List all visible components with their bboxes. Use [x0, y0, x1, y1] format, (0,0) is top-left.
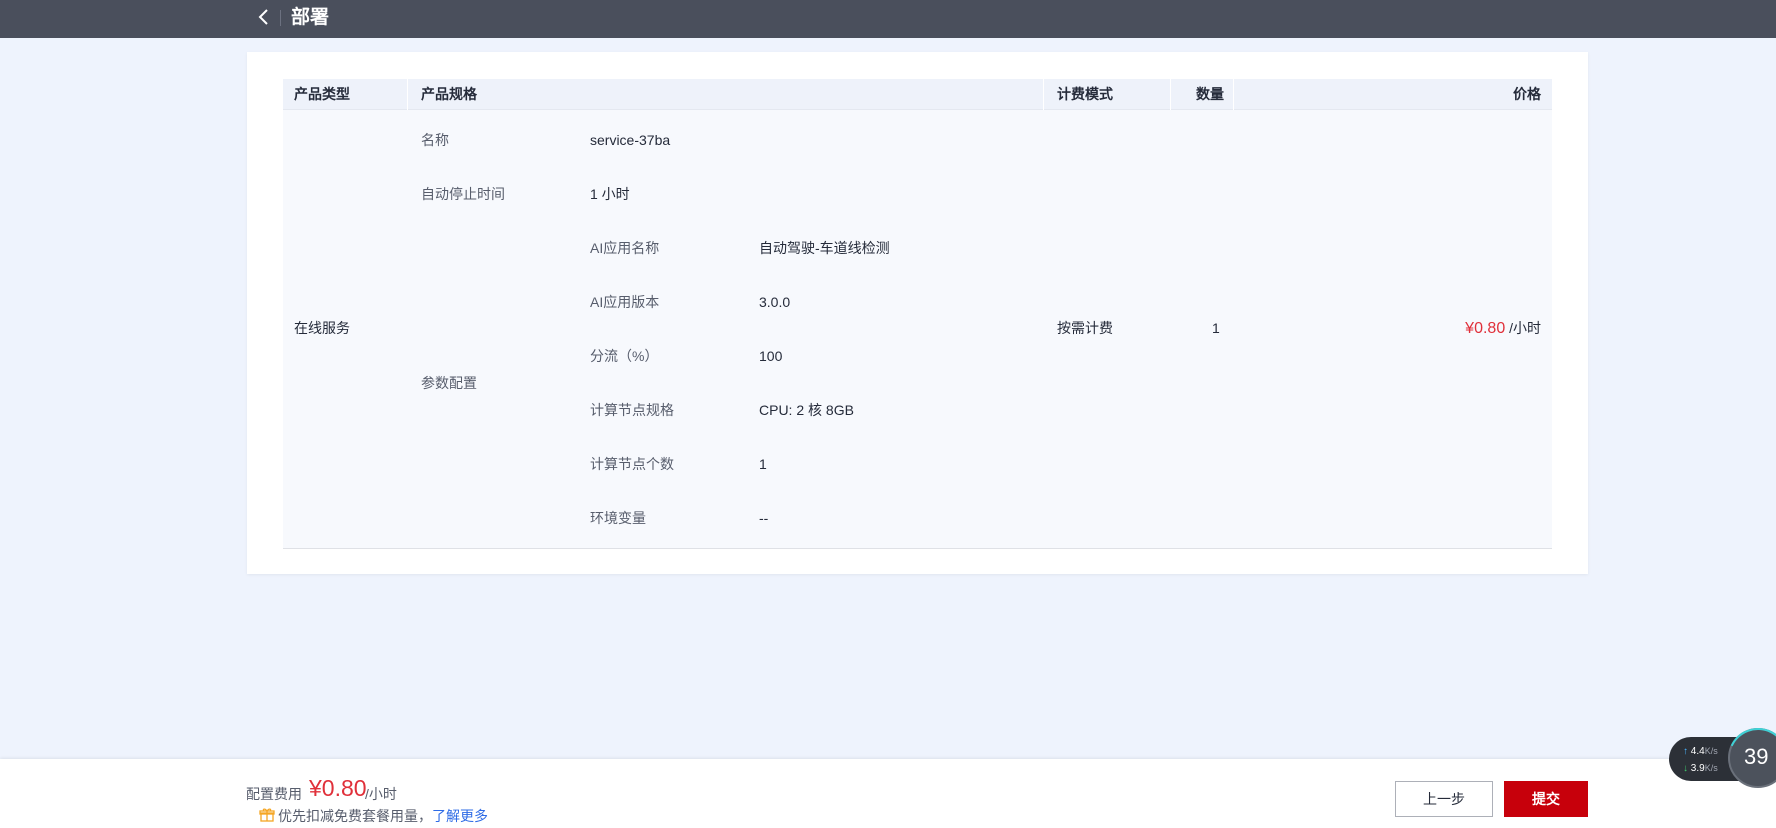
column-header-product-type: 产品类型 [294, 86, 350, 102]
discount-notice: 优先扣减免费套餐用量，了解更多 [278, 807, 488, 825]
spec-key-name: 名称 [421, 132, 449, 148]
spec-key-auto-stop: 自动停止时间 [421, 186, 505, 202]
column-divider [1043, 79, 1044, 110]
column-header-price: 价格 [1513, 86, 1541, 102]
param-value: -- [759, 510, 769, 526]
notice-text: 优先扣减免费套餐用量， [278, 808, 432, 824]
param-value: 自动驾驶-车道线检测 [759, 240, 890, 256]
param-key: 分流（%） [590, 348, 659, 364]
fee-unit: /小时 [365, 786, 397, 802]
param-value: 100 [759, 348, 783, 364]
arrow-down-icon: ↓ [1683, 763, 1688, 774]
fee-label: 配置费用 [246, 786, 302, 802]
footer-bar: 配置费用 ¥0.80 /小时 优先扣减免费套餐用量，了解更多 上一步 提交 [0, 759, 1776, 828]
previous-step-button[interactable]: 上一步 [1395, 781, 1493, 817]
billing-mode-value: 按需计费 [1057, 320, 1113, 336]
page-title: 部署 [291, 7, 330, 28]
param-value: 1 [759, 456, 767, 472]
spec-value-auto-stop: 1 小时 [590, 186, 630, 202]
gift-icon [259, 808, 275, 822]
column-header-quantity: 数量 [1196, 86, 1224, 102]
download-speed: ↓ 3.9K/s [1683, 762, 1718, 775]
upload-unit: K/s [1704, 746, 1718, 756]
upload-speed: ↑ 4.4K/s [1683, 745, 1718, 758]
param-config-label: 参数配置 [421, 375, 477, 391]
product-type-value: 在线服务 [294, 320, 350, 336]
param-value: CPU: 2 核 8GB [759, 402, 854, 418]
column-divider [1233, 79, 1234, 110]
quantity-value: 1 [1212, 320, 1220, 336]
column-divider [407, 79, 408, 110]
learn-more-link[interactable]: 了解更多 [432, 808, 488, 824]
param-key: AI应用名称 [590, 240, 660, 256]
order-card: 产品类型 产品规格 计费模式 数量 价格 在线服务 名称 service-37b… [247, 52, 1588, 574]
spec-value-name: service-37ba [590, 132, 671, 148]
fee-amount: ¥0.80 [309, 775, 367, 801]
param-value: 3.0.0 [759, 294, 791, 310]
submit-button[interactable]: 提交 [1504, 781, 1588, 817]
param-key: 环境变量 [590, 510, 646, 526]
price-unit: /小时 [1509, 320, 1541, 336]
download-unit: K/s [1704, 763, 1718, 773]
column-header-spec: 产品规格 [421, 86, 477, 102]
table-header: 产品类型 产品规格 计费模式 数量 价格 [283, 79, 1552, 110]
download-value: 3.9 [1690, 763, 1705, 774]
top-bar: 部署 [0, 0, 1776, 38]
back-button[interactable] [254, 6, 274, 28]
order-table: 产品类型 产品规格 计费模式 数量 价格 在线服务 名称 service-37b… [283, 79, 1552, 549]
header-divider [280, 10, 281, 26]
price-value: ¥0.80 [1465, 320, 1506, 337]
usage-percent: 39 [1744, 744, 1769, 769]
arrow-up-icon: ↑ [1683, 746, 1688, 757]
column-header-billing: 计费模式 [1057, 86, 1113, 102]
chevron-left-icon [258, 9, 268, 25]
param-key: 计算节点个数 [590, 456, 674, 472]
column-divider [1170, 79, 1171, 110]
param-key: 计算节点规格 [590, 402, 674, 418]
price-cell: ¥0.80 /小时 [1383, 319, 1541, 338]
param-key: AI应用版本 [590, 294, 660, 310]
upload-value: 4.4 [1690, 746, 1705, 757]
